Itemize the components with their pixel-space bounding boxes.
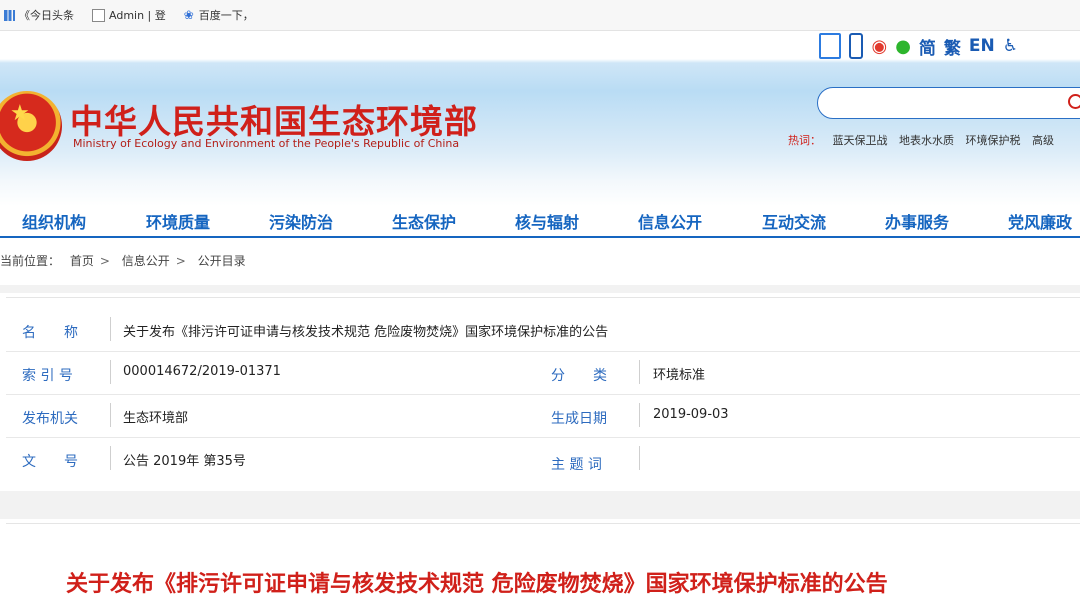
- bookmark-toutiao[interactable]: 《今日头条: [4, 7, 74, 23]
- category-value: 环境标准: [653, 368, 706, 383]
- breadcrumb-home[interactable]: 首页: [70, 254, 94, 268]
- bar-chart-icon: [4, 9, 15, 21]
- index-value: 000014672/2019-01371: [123, 364, 281, 379]
- publisher-value: 生态环境部: [123, 411, 189, 426]
- search-icon[interactable]: [1068, 94, 1080, 109]
- divider: [110, 446, 111, 470]
- breadcrumb-separator: >: [175, 254, 186, 268]
- doc-number-value: 公告 2019年 第35号: [123, 454, 246, 469]
- nav-item-party-integrity[interactable]: 党风廉政: [1008, 209, 1072, 233]
- ministry-name-cn[interactable]: 中华人民共和国生态环境部: [70, 95, 478, 143]
- paw-icon: ❀: [183, 7, 194, 22]
- breadcrumb: 当前位置： 首页 > 信息公开 > 公开目录: [0, 252, 252, 269]
- nav-item-organization[interactable]: 组织机构: [22, 209, 86, 233]
- mail-icon[interactable]: [819, 33, 842, 59]
- star-icon: ★: [10, 101, 30, 126]
- hotword-link[interactable]: 地表水水质: [899, 134, 954, 147]
- hotword-link[interactable]: 蓝天保卫战: [833, 134, 888, 147]
- weibo-icon[interactable]: ◉: [871, 35, 887, 57]
- divider: [110, 360, 111, 384]
- divider: [0, 285, 1080, 293]
- simplified-chinese-link[interactable]: 简: [919, 35, 936, 59]
- breadcrumb-separator: >: [99, 254, 110, 268]
- bookmark-admin[interactable]: Admin | 登: [92, 7, 166, 23]
- mobile-icon[interactable]: [849, 33, 864, 59]
- breadcrumb-information[interactable]: 信息公开: [122, 254, 170, 268]
- info-row-doc-number: 文 号 公告 2019年 第35号 主 题 词: [6, 437, 1080, 480]
- nav-item-environment-quality[interactable]: 环境质量: [146, 209, 210, 233]
- bookmark-label: Admin | 登: [109, 9, 166, 22]
- article-section: 关于发布《排污许可证申请与核发技术规范 危险废物焚烧》国家环境保护标准的公告: [6, 523, 1080, 605]
- nav-item-services[interactable]: 办事服务: [885, 209, 949, 233]
- nav-item-interaction[interactable]: 互动交流: [762, 209, 826, 233]
- english-link[interactable]: EN: [969, 35, 995, 57]
- article-title: 关于发布《排污许可证申请与核发技术规范 危险废物焚烧》国家环境保护标准的公告: [66, 572, 888, 597]
- document-icon: [92, 8, 105, 22]
- bookmark-label: 百度一下，: [198, 9, 254, 22]
- bookmark-baidu[interactable]: ❀ 百度一下，: [184, 7, 254, 23]
- publisher-label: 发布机关: [22, 411, 78, 427]
- category-label: 分 类: [551, 368, 607, 384]
- breadcrumb-catalog[interactable]: 公开目录: [198, 254, 246, 268]
- info-row-index: 索 引 号 000014672/2019-01371 分 类 环境标准: [6, 351, 1080, 395]
- divider: [639, 446, 640, 470]
- divider: [110, 403, 111, 427]
- info-row-name: 名 称 关于发布《排污许可证申请与核发技术规范 危险废物焚烧》国家环境保护标准的…: [6, 308, 1080, 352]
- index-label: 索 引 号: [22, 368, 73, 384]
- utility-links: ◉ ● 简 繁 EN ♿: [819, 33, 1018, 59]
- divider: [639, 403, 640, 427]
- accessibility-icon[interactable]: ♿: [1003, 35, 1018, 57]
- nav-item-information[interactable]: 信息公开: [638, 209, 702, 233]
- divider: [110, 317, 111, 341]
- bookmarks-bar: 《今日头条 Admin | 登 ❀ 百度一下，: [0, 0, 1080, 31]
- date-value: 2019-09-03: [653, 407, 729, 422]
- bookmark-label: 《今日头条: [19, 9, 74, 22]
- search-input[interactable]: [817, 87, 1080, 119]
- nav-item-ecology[interactable]: 生态保护: [392, 209, 456, 233]
- date-label: 生成日期: [551, 411, 607, 427]
- hotwords: 热词： 蓝天保卫战 地表水水质 环境保护税 高级: [788, 132, 1054, 148]
- breadcrumb-label: 当前位置：: [0, 254, 61, 268]
- traditional-chinese-link[interactable]: 繁: [944, 35, 961, 59]
- divider: [0, 491, 1080, 519]
- nav-item-nuclear[interactable]: 核与辐射: [515, 209, 579, 233]
- wechat-icon[interactable]: ●: [895, 35, 911, 57]
- nav-item-pollution-control[interactable]: 污染防治: [269, 209, 333, 233]
- ministry-name-en: Ministry of Ecology and Environment of t…: [73, 137, 460, 150]
- keywords-label: 主 题 词: [551, 457, 602, 473]
- divider: [639, 360, 640, 384]
- name-value: 关于发布《排污许可证申请与核发技术规范 危险废物焚烧》国家环境保护标准的公告: [123, 325, 609, 340]
- hotword-link[interactable]: 环境保护税: [966, 134, 1021, 147]
- hotword-link[interactable]: 高级: [1032, 134, 1054, 147]
- main-nav: 组织机构 环境质量 污染防治 生态保护 核与辐射 信息公开 互动交流 办事服务 …: [0, 200, 1080, 238]
- info-row-publisher: 发布机关 生态环境部 生成日期 2019-09-03: [6, 394, 1080, 438]
- national-emblem-logo: ★: [0, 91, 62, 161]
- doc-number-label: 文 号: [22, 454, 78, 470]
- name-label: 名 称: [22, 325, 78, 341]
- document-info-table: 名 称 关于发布《排污许可证申请与核发技术规范 危险废物焚烧》国家环境保护标准的…: [6, 297, 1080, 490]
- hotwords-label: 热词：: [788, 134, 821, 147]
